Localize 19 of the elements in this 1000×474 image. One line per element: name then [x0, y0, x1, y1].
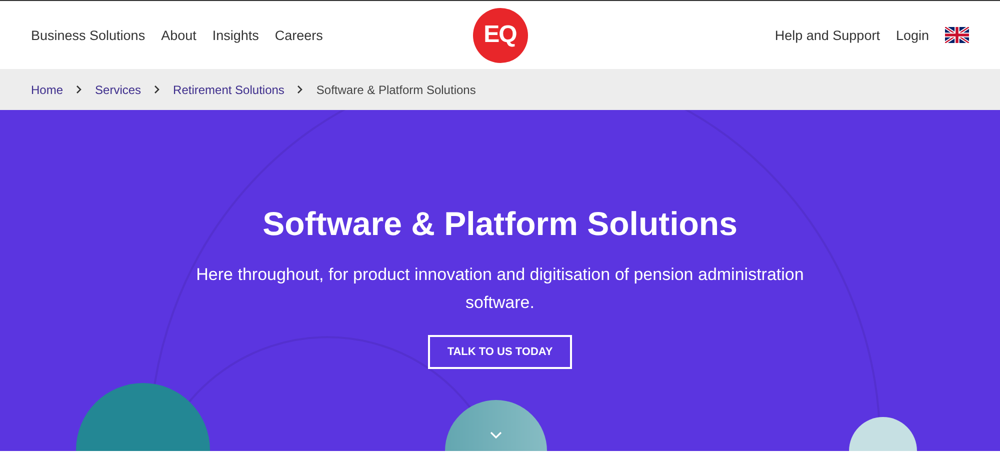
chevron-right-icon: [76, 85, 82, 94]
chevron-right-icon: [154, 85, 160, 94]
hero-subtitle: Here throughout, for product innovation and digitisation of pension administration software.: [195, 264, 805, 314]
nav-link[interactable]: Insights: [212, 28, 259, 42]
nav-link[interactable]: Help and Support: [774, 28, 880, 42]
hero-title: Software & Platform Solutions: [262, 205, 738, 243]
breadcrumb-link[interactable]: Services: [95, 82, 142, 96]
chevron-down-icon: [490, 431, 502, 439]
chevron-right-icon: [297, 85, 304, 94]
breadcrumb-link[interactable]: Retirement Solutions: [173, 82, 284, 96]
cta-button[interactable]: TALK TO US TODAY: [428, 335, 572, 369]
flag-icon[interactable]: [945, 27, 969, 43]
logo[interactable]: EQ: [472, 8, 528, 62]
breadcrumb-link[interactable]: Software & Platform Solutions: [316, 82, 476, 96]
breadcrumb-link[interactable]: Home: [31, 82, 64, 96]
nav-link[interactable]: About: [161, 28, 196, 42]
nav-link[interactable]: Business Solutions: [31, 28, 146, 42]
nav-link[interactable]: Careers: [274, 28, 323, 42]
nav-link[interactable]: Login: [896, 28, 929, 42]
